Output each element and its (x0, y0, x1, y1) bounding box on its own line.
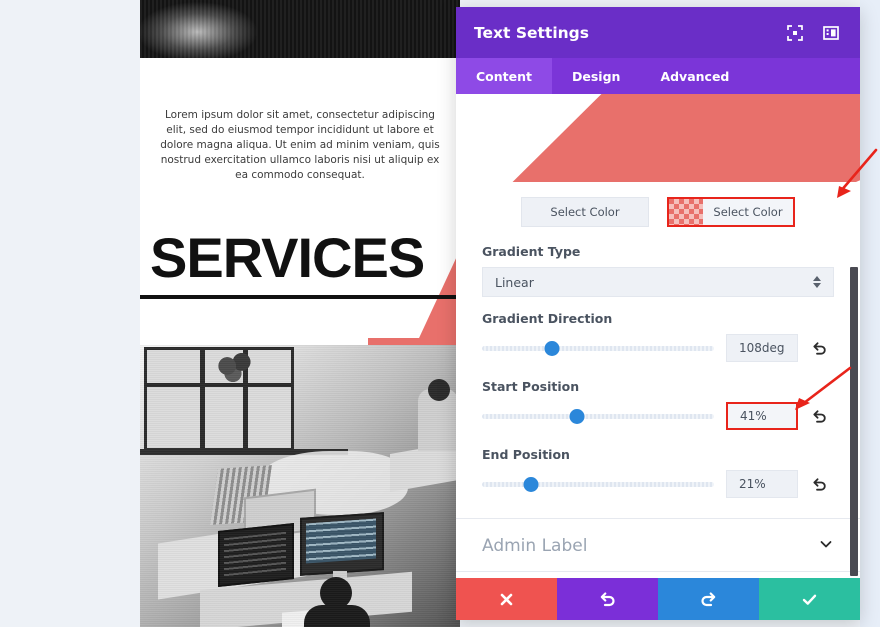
hero-photo-top (140, 0, 460, 58)
photo-desk-right (390, 439, 460, 493)
start-position-label: Start Position (482, 379, 580, 394)
photo-window-rail (144, 383, 294, 387)
photo-desk-left (158, 518, 316, 600)
gradient-direction-value[interactable]: 108deg (726, 334, 798, 362)
photo-window-mullion (200, 347, 205, 451)
text-settings-modal: Text Settings Content Design Advanced Se… (456, 7, 860, 620)
chevron-updown-icon (813, 276, 821, 288)
modal-body: Select Color Select Color Gradient Type … (456, 94, 860, 578)
gradient-direction-slider-row: 108deg (482, 334, 834, 362)
redo-arrow-icon (701, 591, 716, 606)
photo-monitor-center (300, 512, 384, 576)
gradient-type-field: Gradient Type Linear (482, 244, 834, 297)
undo-arrow-icon (600, 591, 615, 606)
end-position-track[interactable] (482, 471, 714, 497)
photo-tree (208, 349, 256, 383)
photo-wall-ledge (140, 449, 348, 455)
photo-monitor-left-screen (224, 531, 286, 579)
undo-button[interactable] (557, 578, 658, 620)
photo-imac-stand (272, 533, 288, 543)
photo-monitor-center-screen (306, 518, 376, 564)
photo-window-frame (144, 347, 294, 451)
gradient-direction-label: Gradient Direction (482, 311, 613, 326)
gradient-preview-shape (512, 94, 860, 182)
start-position-thumb[interactable] (569, 408, 585, 424)
tab-content[interactable]: Content (456, 58, 552, 94)
start-position-field: Start Position 41% (482, 379, 834, 430)
tab-advanced[interactable]: Advanced (640, 58, 749, 94)
photo-person-front-body (304, 605, 370, 627)
select-color-button-start[interactable]: Select Color (521, 197, 649, 227)
gradient-direction-track[interactable] (482, 335, 714, 361)
services-heading: SERVICES (150, 226, 425, 289)
gradient-type-label: Gradient Type (482, 244, 581, 259)
select-color-label-end: Select Color (713, 205, 783, 219)
page-content-column: Lorem ipsum dolor sit amet, consectetur … (140, 0, 460, 627)
gradient-direction-reset-icon[interactable] (804, 334, 834, 362)
start-position-slider-row: 41% (482, 402, 834, 430)
photo-monitor-center-stand (333, 571, 347, 583)
photo-person-right-body (418, 389, 458, 451)
photo-paper (282, 609, 322, 627)
start-position-value[interactable]: 41% (726, 402, 798, 430)
save-button[interactable] (759, 578, 860, 620)
start-position-track[interactable] (482, 403, 714, 429)
services-underline (140, 295, 460, 299)
screenshot-root: Lorem ipsum dolor sit amet, consectetur … (0, 0, 880, 627)
end-position-value[interactable]: 21% (726, 470, 798, 498)
page-right-gutter (860, 0, 880, 627)
end-position-reset-icon[interactable] (804, 470, 834, 498)
admin-label-title: Admin Label (482, 536, 588, 556)
end-position-slider-row: 21% (482, 470, 834, 498)
end-position-thumb[interactable] (523, 476, 539, 492)
office-photo (140, 345, 460, 627)
admin-label-section[interactable]: Admin Label (482, 526, 834, 566)
photo-chair (210, 465, 272, 525)
gradient-preview (456, 94, 860, 187)
chevron-down-icon (818, 536, 834, 557)
modal-tabs: Content Design Advanced (456, 58, 860, 94)
gradient-type-select[interactable]: Linear (482, 267, 834, 297)
start-position-reset-icon[interactable] (804, 402, 834, 430)
tab-design[interactable]: Design (552, 58, 640, 94)
color-buttons-row: Select Color Select Color (456, 197, 860, 229)
gradient-direction-thumb[interactable] (544, 340, 560, 356)
photo-floor-light (258, 451, 408, 515)
layout-panel-icon[interactable] (820, 22, 842, 44)
close-x-icon (500, 593, 513, 605)
services-heading-wrap: SERVICES (140, 230, 460, 300)
modal-footer (456, 578, 860, 620)
gradient-direction-field: Gradient Direction 108deg (482, 311, 834, 362)
photo-imac-monitor (244, 488, 316, 540)
select-color-button-end[interactable]: Select Color (667, 197, 795, 227)
photo-monitor-left (218, 523, 294, 587)
gradient-type-value: Linear (495, 274, 534, 290)
section-divider (456, 518, 860, 519)
cancel-button[interactable] (456, 578, 557, 620)
redo-button[interactable] (658, 578, 759, 620)
photo-person-right-head (428, 379, 450, 401)
checkmark-icon (802, 594, 817, 605)
modal-title: Text Settings (474, 23, 589, 42)
modal-header: Text Settings (456, 7, 860, 58)
focus-frame-icon[interactable] (784, 22, 806, 44)
photo-person-front-head (320, 577, 352, 609)
photo-desk-front (200, 571, 412, 627)
modal-scrollbar-thumb[interactable] (850, 267, 858, 576)
modal-scrollbar-track[interactable] (848, 94, 860, 578)
select-color-label-start: Select Color (550, 205, 620, 219)
end-position-field: End Position 21% (482, 447, 834, 498)
photo-window-mullion-2 (243, 347, 248, 451)
section-divider-bottom (456, 571, 860, 572)
color-swatch-end (669, 199, 703, 225)
lorem-paragraph: Lorem ipsum dolor sit amet, consectetur … (160, 109, 440, 181)
end-position-label: End Position (482, 447, 570, 462)
